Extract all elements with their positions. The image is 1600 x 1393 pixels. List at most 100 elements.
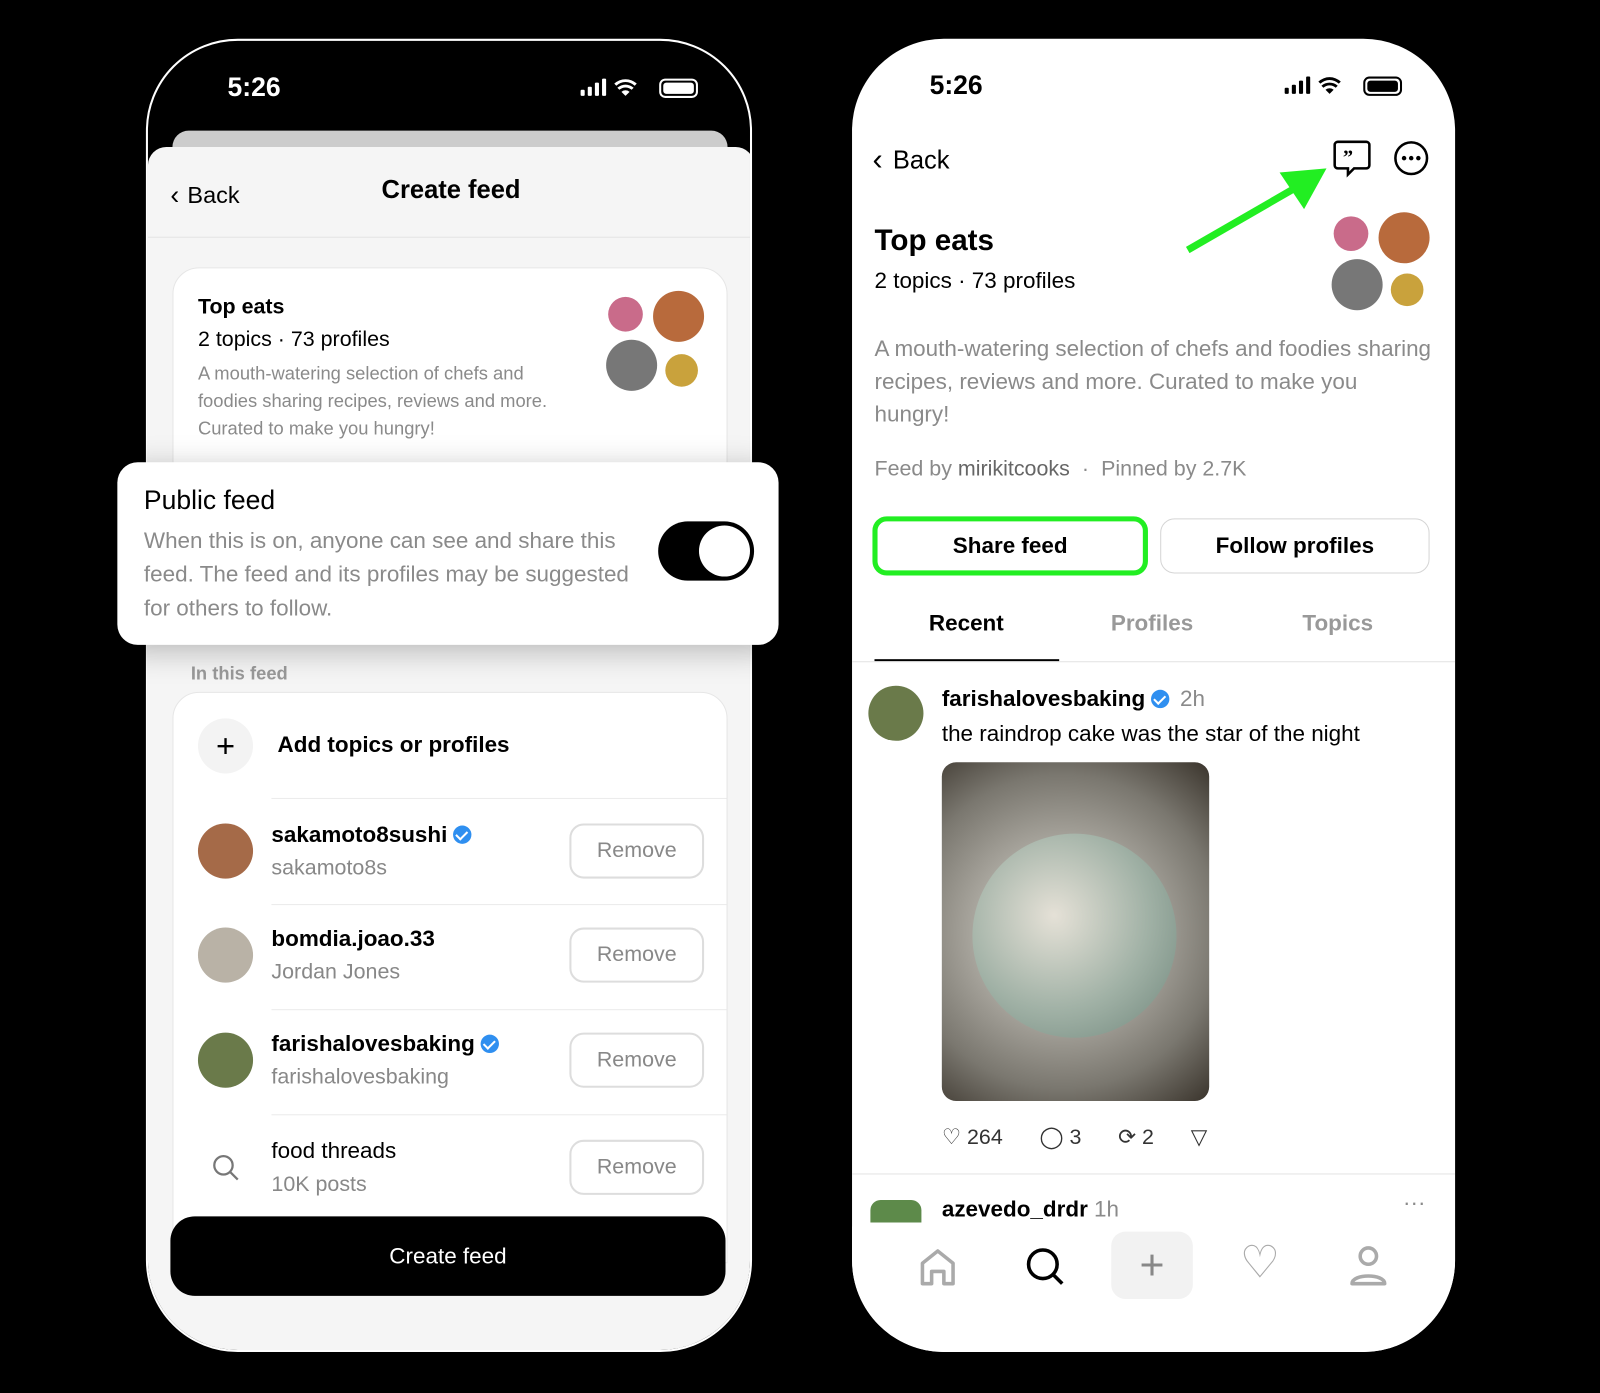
post-image[interactable] <box>941 762 1210 1102</box>
post-avatar[interactable] <box>868 685 924 741</box>
new-post-button[interactable]: + <box>1111 1231 1193 1299</box>
verified-badge-icon <box>1151 689 1170 709</box>
toggle-knob <box>698 525 750 577</box>
feed-title: Top eats <box>197 294 285 319</box>
more-options-icon[interactable] <box>1393 140 1430 177</box>
profile-icon[interactable] <box>1348 1245 1389 1288</box>
list-item: farishalovesbaking farishalovesbaking Re… <box>173 1010 728 1115</box>
avatar <box>197 1032 254 1088</box>
feed-description: A mouth-watering selection of chefs and … <box>197 363 548 439</box>
item-sub: farishalovesbaking <box>271 1065 449 1089</box>
create-feed-sheet: ‹ Back Create feed Top eats 2 topics · 73… <box>147 146 750 1350</box>
avatar <box>665 354 698 387</box>
list-item: food threads 10K posts Remove <box>173 1115 728 1220</box>
tab-recent[interactable]: Recent <box>874 610 1058 637</box>
remove-button[interactable]: Remove <box>569 1139 705 1195</box>
add-label: Add topics or profiles <box>277 731 510 758</box>
heart-icon: ♡ <box>941 1125 962 1149</box>
remove-button[interactable]: Remove <box>569 927 705 983</box>
list-item: sakamoto8sushi sakamoto8s Remove <box>173 799 728 904</box>
create-feed-phone: 5:26 ‹ Back Create feed Top eats 2 topics… <box>145 38 753 1353</box>
feed-summary-card: Top eats 2 topics · 73 profiles A mouth-… <box>172 267 728 492</box>
add-topics-button[interactable]: + Add topics or profiles <box>173 693 728 799</box>
avatar <box>197 823 254 879</box>
avatar <box>1390 273 1424 307</box>
svg-text:”: ” <box>1343 146 1353 168</box>
raindrop-cake-image <box>972 833 1177 1038</box>
send-button[interactable]: ▽ <box>1191 1124 1207 1150</box>
pinned-count: Pinned by 2.7K <box>1101 457 1247 481</box>
post-author[interactable]: farishalovesbaking <box>942 686 1145 712</box>
follow-profiles-button[interactable]: Follow profiles <box>1160 518 1430 574</box>
feed-detail-phone: 5:26 ‹ Back ” Top eats 2 topics · 73 prof… <box>852 38 1456 1353</box>
item-sub: 10K posts <box>271 1172 367 1196</box>
home-icon[interactable] <box>917 1247 958 1288</box>
like-button[interactable]: ♡ 264 <box>942 1124 1003 1150</box>
tab-topics[interactable]: Topics <box>1246 610 1430 637</box>
feed-description: A mouth-watering selection of chefs and … <box>874 335 1432 427</box>
bottom-nav: + ♡ <box>852 1226 1456 1353</box>
post-author[interactable]: azevedo_drdr <box>942 1196 1088 1222</box>
avatar <box>1378 212 1430 264</box>
feed-title: Top eats <box>874 224 994 258</box>
tab-profiles[interactable]: Profiles <box>1060 610 1244 637</box>
public-feed-title: Public feed <box>143 484 276 516</box>
item-name: food threads <box>271 1137 397 1164</box>
avatar <box>608 296 643 332</box>
post-time: 2h <box>1180 685 1206 712</box>
avatar <box>653 290 705 342</box>
post-more-icon[interactable]: ··· <box>1403 1190 1425 1217</box>
item-name: bomdia.joao.33 <box>271 925 435 952</box>
back-label: Back <box>892 145 950 174</box>
reply-button[interactable]: ◯ 3 <box>1040 1124 1082 1150</box>
post-time: 1h <box>1094 1195 1120 1222</box>
post-text: the raindrop cake was the star of the ni… <box>941 720 1360 746</box>
repost-count: 2 <box>1142 1125 1154 1149</box>
plus-icon: + <box>197 718 254 774</box>
avatar <box>197 927 254 983</box>
signal-wifi-battery-icon <box>1284 76 1403 96</box>
divider <box>147 236 750 238</box>
next-post-header: azevedo_drdr 1h <box>942 1196 1119 1223</box>
send-icon: ▽ <box>1190 1125 1208 1149</box>
public-feed-setting: Public feed When this is on, anyone can … <box>117 462 779 645</box>
avatar <box>1333 216 1369 252</box>
share-feed-button[interactable]: Share feed <box>872 516 1148 576</box>
post-avatar[interactable] <box>870 1199 922 1223</box>
item-sub: sakamoto8s <box>271 856 387 880</box>
feed-meta: 2 topics · 73 profiles <box>197 327 390 352</box>
search-icon <box>213 1154 239 1181</box>
feed-attribution: Feed by mirikitcooks · Pinned by 2.7K <box>874 457 1246 481</box>
feed-by-label: Feed by <box>874 457 952 481</box>
page-title: Create feed <box>381 175 521 205</box>
separator: · <box>1081 457 1090 481</box>
section-label: In this feed <box>190 663 288 684</box>
feed-meta: 2 topics · 73 profiles <box>874 267 1076 293</box>
list-item: bomdia.joao.33 Jordan Jones Remove <box>173 905 728 1010</box>
public-feed-description: When this is on, anyone can see and shar… <box>143 527 629 621</box>
activity-heart-icon[interactable]: ♡ <box>1240 1237 1280 1289</box>
comment-count: 3 <box>1069 1125 1082 1149</box>
quote-share-icon[interactable]: ” <box>1332 139 1373 178</box>
signal-wifi-battery-icon <box>580 78 698 98</box>
verified-badge-icon <box>480 1034 500 1054</box>
item-sub: Jordan Jones <box>271 960 401 984</box>
avatar <box>606 339 658 391</box>
remove-button[interactable]: Remove <box>569 823 705 879</box>
status-time: 5:26 <box>929 69 983 100</box>
verified-badge-icon <box>453 825 472 844</box>
create-feed-button[interactable]: Create feed <box>170 1216 726 1296</box>
divider <box>852 1173 1456 1175</box>
item-name: farishalovesbaking <box>271 1030 475 1057</box>
post-actions: ♡ 264 ◯ 3 ⟳ 2 ▽ <box>942 1124 1207 1150</box>
remove-button[interactable]: Remove <box>569 1032 705 1088</box>
feed-author-link[interactable]: mirikitcooks <box>958 457 1070 480</box>
search-icon[interactable] <box>1023 1245 1066 1288</box>
status-time: 5:26 <box>227 71 281 103</box>
chevron-left-icon: ‹ <box>872 142 883 177</box>
comment-icon: ◯ <box>1039 1125 1064 1149</box>
status-icons <box>579 76 701 98</box>
back-button[interactable]: ‹ Back <box>872 143 949 178</box>
public-feed-toggle[interactable] <box>658 521 755 581</box>
repost-button[interactable]: ⟳ 2 <box>1118 1124 1154 1150</box>
